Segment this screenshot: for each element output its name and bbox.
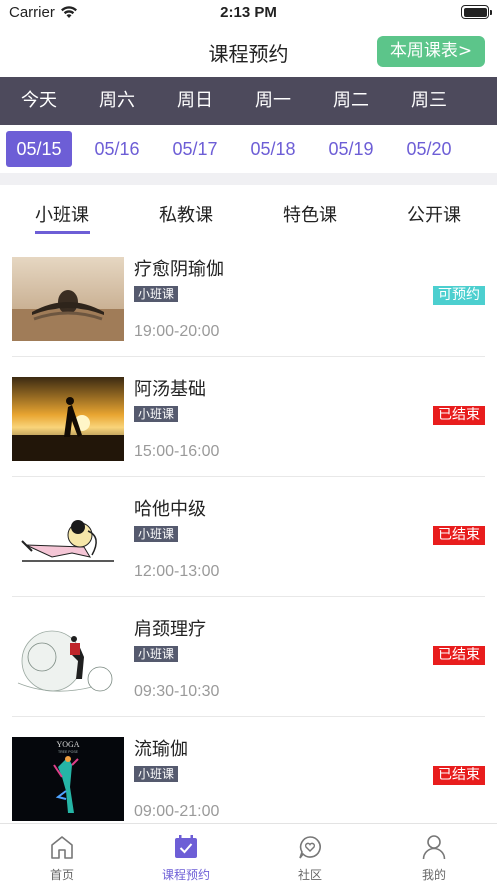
tab-small-class[interactable]: 小班课: [22, 201, 102, 227]
community-icon: [299, 836, 321, 859]
tab-profile[interactable]: 我的: [372, 824, 496, 883]
section-divider: [0, 173, 497, 185]
date-item[interactable]: 05/19: [318, 131, 384, 167]
battery-icon: [461, 5, 492, 19]
course-name: 哈他中级: [134, 499, 206, 520]
course-thumbnail: [12, 377, 124, 461]
course-time: 19:00-20:00: [134, 323, 220, 340]
profile-icon: [422, 835, 446, 860]
course-thumbnail: [12, 617, 124, 701]
nav-bar: 课程预约 本周课表>: [0, 26, 497, 77]
home-icon: [51, 836, 73, 859]
day-tab[interactable]: 周三: [390, 77, 468, 125]
course-type-tag: 小班课: [134, 526, 179, 542]
date-item[interactable]: 05/16: [84, 131, 150, 167]
poster-title: YOGA: [56, 740, 79, 749]
clock: 2:13 PM: [220, 4, 277, 21]
tab-public[interactable]: 公开课: [394, 201, 474, 227]
tab-label: 我的: [421, 868, 446, 882]
bottom-tab-bar: 首页 课程预约 社区 我的: [0, 823, 497, 883]
date-item[interactable]: 05/20: [396, 131, 462, 167]
date-item[interactable]: 05/18: [240, 131, 306, 167]
status-badge[interactable]: 已结束: [433, 646, 485, 665]
status-badge[interactable]: 已结束: [433, 766, 485, 785]
course-item[interactable]: 肩颈理疗 小班课 09:30-10:30 已结束: [0, 597, 497, 717]
day-tab[interactable]: 周: [468, 77, 497, 125]
status-bar: Carrier 2:13 PM: [0, 0, 497, 26]
tab-home[interactable]: 首页: [0, 824, 124, 883]
day-tab[interactable]: 今天: [0, 77, 78, 125]
course-item[interactable]: 哈他中级 小班课 12:00-13:00 已结束: [0, 477, 497, 597]
course-type-tag: 小班课: [134, 286, 179, 302]
course-time: 09:30-10:30: [134, 683, 220, 700]
date-item[interactable]: 05/17: [162, 131, 228, 167]
tab-private[interactable]: 私教课: [146, 201, 226, 227]
day-tab[interactable]: 周六: [78, 77, 156, 125]
active-tab-indicator: [35, 231, 90, 234]
course-thumbnail: [12, 257, 124, 341]
poster-subtitle: TREE POSE: [58, 750, 79, 754]
course-time: 15:00-16:00: [134, 443, 220, 460]
day-tab[interactable]: 周日: [156, 77, 234, 125]
tab-label: 首页: [49, 868, 74, 882]
date-row: 05/15 05/16 05/17 05/18 05/19 05/20 05: [0, 125, 497, 173]
course-type-tag: 小班课: [134, 646, 179, 662]
status-badge[interactable]: 已结束: [433, 406, 485, 425]
course-name: 肩颈理疗: [134, 619, 206, 640]
day-tab[interactable]: 周一: [234, 77, 312, 125]
tab-booking[interactable]: 课程预约: [124, 824, 248, 883]
course-type-tag: 小班课: [134, 766, 179, 782]
status-badge[interactable]: 已结束: [433, 526, 485, 545]
tab-special[interactable]: 特色课: [270, 201, 350, 227]
course-name: 疗愈阴瑜伽: [134, 259, 224, 280]
course-name: 阿汤基础: [134, 379, 206, 400]
tab-label: 课程预约: [161, 868, 210, 882]
date-item-active[interactable]: 05/15: [6, 131, 72, 167]
tab-community[interactable]: 社区: [248, 824, 372, 883]
course-type-tag: 小班课: [134, 406, 179, 422]
course-name: 流瑜伽: [134, 739, 188, 760]
day-tabs: 今天 周六 周日 周一 周二 周三 周: [0, 77, 497, 125]
course-time: 12:00-13:00: [134, 563, 220, 580]
course-time: 09:00-21:00: [134, 803, 220, 820]
course-thumbnail: YOGA TREE POSE: [12, 737, 124, 821]
category-tabs: 小班课 私教课 特色课 公开课: [0, 185, 497, 237]
tab-label: 社区: [297, 868, 322, 882]
course-item[interactable]: YOGA TREE POSE 流瑜伽 小班课 09:00-21:00 已结束: [0, 717, 497, 837]
course-item[interactable]: 阿汤基础 小班课 15:00-16:00 已结束: [0, 357, 497, 477]
day-tab[interactable]: 周二: [312, 77, 390, 125]
course-item[interactable]: 疗愈阴瑜伽 小班课 19:00-20:00 可预约: [0, 237, 497, 357]
date-item[interactable]: 05: [474, 131, 497, 167]
calendar-icon: [175, 835, 197, 858]
status-badge[interactable]: 可预约: [433, 286, 485, 305]
week-schedule-button[interactable]: 本周课表>: [377, 36, 485, 67]
course-thumbnail: [12, 497, 124, 581]
